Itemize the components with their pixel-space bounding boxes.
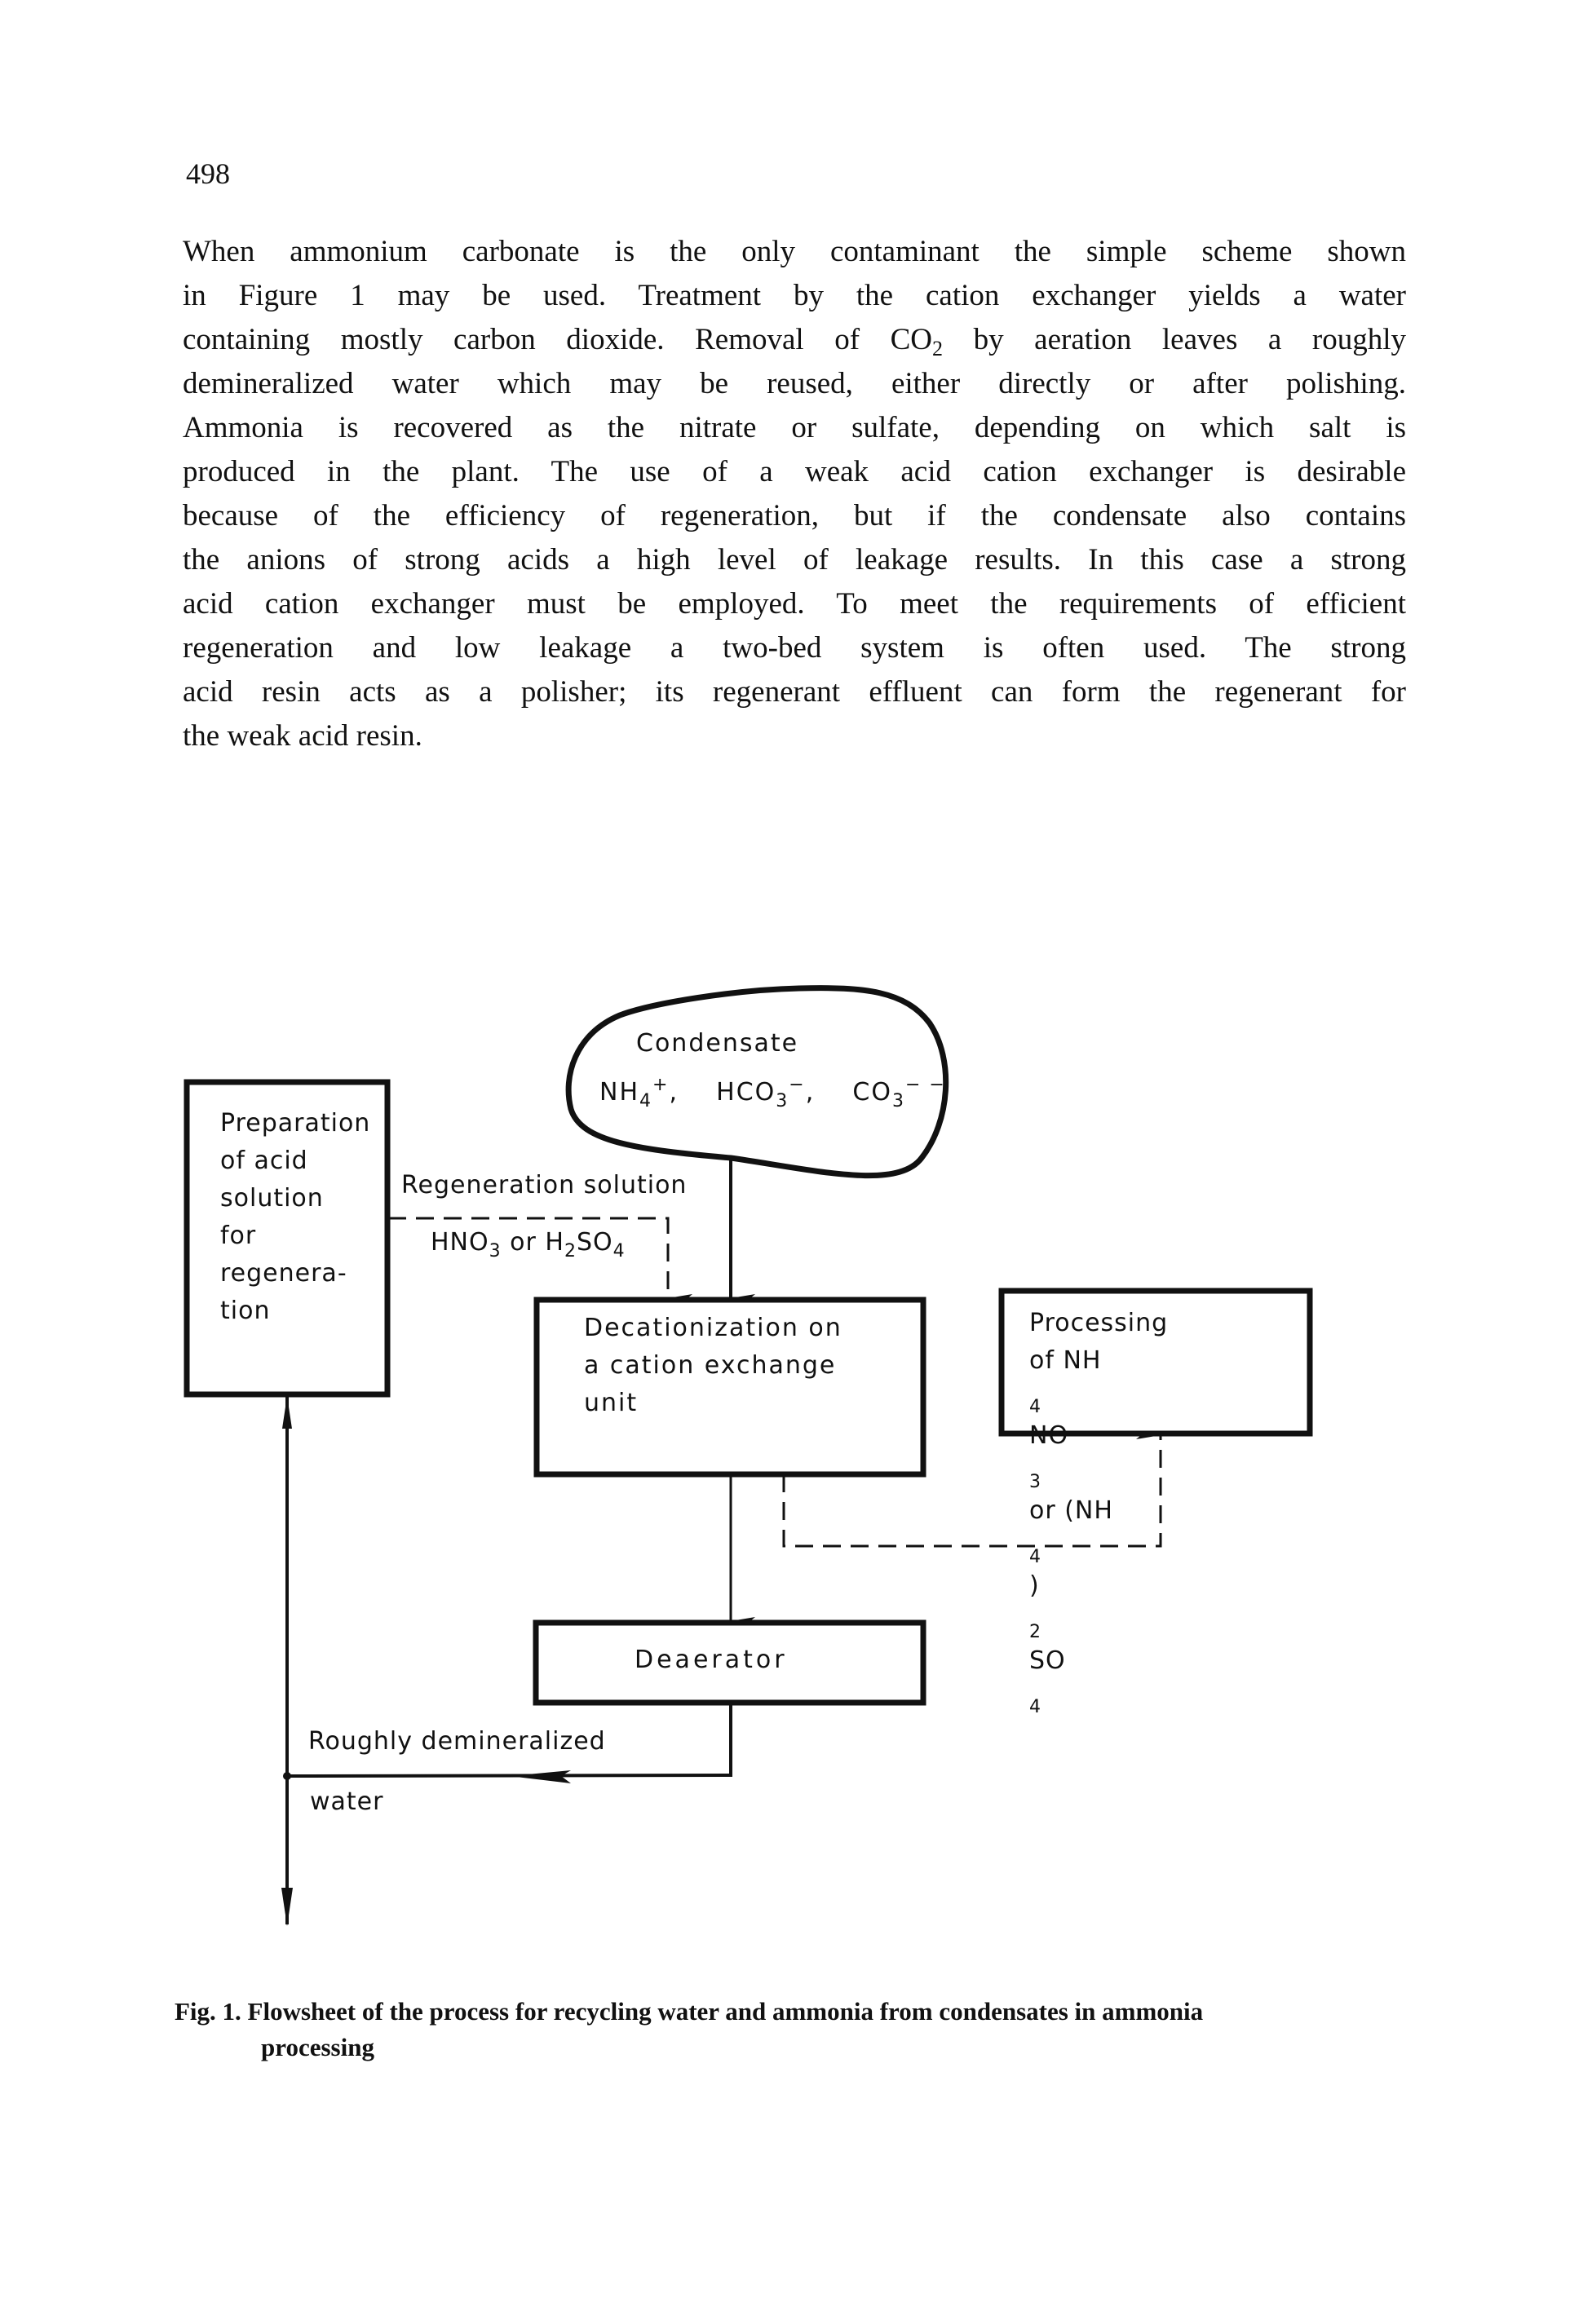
acid-sub: 3 [489,1241,502,1261]
ion-charge: − [789,1075,806,1095]
acid-base: SO [576,1228,613,1257]
separator: , [669,1078,679,1107]
formula-sub: 3 [1029,1472,1041,1492]
acid-sub: 4 [612,1241,626,1261]
or-text: or [501,1228,546,1257]
junction-dot [283,1772,291,1780]
formula-part: SO [1029,1646,1066,1675]
condensate-title: Condensate [636,1029,799,1058]
prep-line: solution [220,1184,324,1213]
formula-part: or (NH [1029,1496,1113,1525]
ion-base: CO [852,1078,892,1107]
regeneration-acids-label: HNO3 or H2SO4 [431,1228,626,1261]
deaerator-label: Deaerator [635,1646,788,1674]
down-arrowhead [281,1888,293,1926]
decat-line: unit [584,1389,639,1417]
prep-line: tion [220,1297,271,1325]
ion-ammonium: NH4+, [599,1075,679,1111]
formula-sub: 4 [1029,1397,1041,1417]
regeneration-solution-label: Regeneration solution [401,1171,688,1200]
ion-charge: − − [904,1075,946,1095]
prep-line: regenera- [220,1259,347,1288]
acid-base: H [545,1228,564,1257]
ion-base: HCO [716,1078,776,1107]
output-label-line1: Roughly demineralized [308,1727,606,1756]
caption-line: processing [261,2033,374,2061]
preparation-label: Preparation of acid solution for regener… [220,1105,370,1330]
up-arrowhead [282,1396,292,1429]
acid-sub: 2 [564,1241,577,1261]
prep-line: for [220,1222,257,1250]
decat-line: a cation exchange [584,1351,837,1380]
formula-part: ) [1029,1571,1040,1600]
ion-sub: 3 [776,1091,789,1111]
output-label-line2: water [310,1787,384,1816]
acid-base: HNO [431,1228,489,1257]
decationization-label: Decationization on a cation exchange uni… [584,1310,842,1422]
formula-part: NO [1029,1421,1069,1450]
processing-line: Processing [1029,1309,1169,1337]
ion-sub: 3 [891,1091,905,1111]
formula-sub: 4 [1029,1547,1041,1567]
formula-part: of NH [1029,1346,1102,1375]
ion-carbonate: CO3− − [852,1075,946,1111]
ion-bicarbonate: HCO3−, [716,1075,816,1111]
decat-line: Decationization on [584,1314,842,1342]
formula-sub: 4 [1029,1697,1041,1717]
ion-base: NH [599,1078,639,1107]
condensate-ions: NH4+, HCO3−, CO3− − [599,1075,946,1111]
prep-line: Preparation [220,1109,371,1138]
processing-label: Processing of NH 4 NO 3 or (NH 4) 2 SO 4 [1029,1305,1168,1717]
caption-line: Fig. 1. Flowsheet of the process for rec… [175,1997,1204,2026]
processing-line: of NH 4 NO 3 [1029,1342,1168,1492]
return-arrowhead [510,1770,571,1783]
prep-line: of acid [220,1147,308,1175]
separator: , [805,1078,816,1107]
processing-line: or (NH 4) 2 SO 4 [1029,1492,1168,1717]
figure-caption: Fig. 1. Flowsheet of the process for rec… [175,1994,1398,2066]
ion-sub: 4 [639,1091,652,1111]
ion-charge: + [652,1075,670,1095]
formula-sub: 2 [1029,1622,1041,1642]
